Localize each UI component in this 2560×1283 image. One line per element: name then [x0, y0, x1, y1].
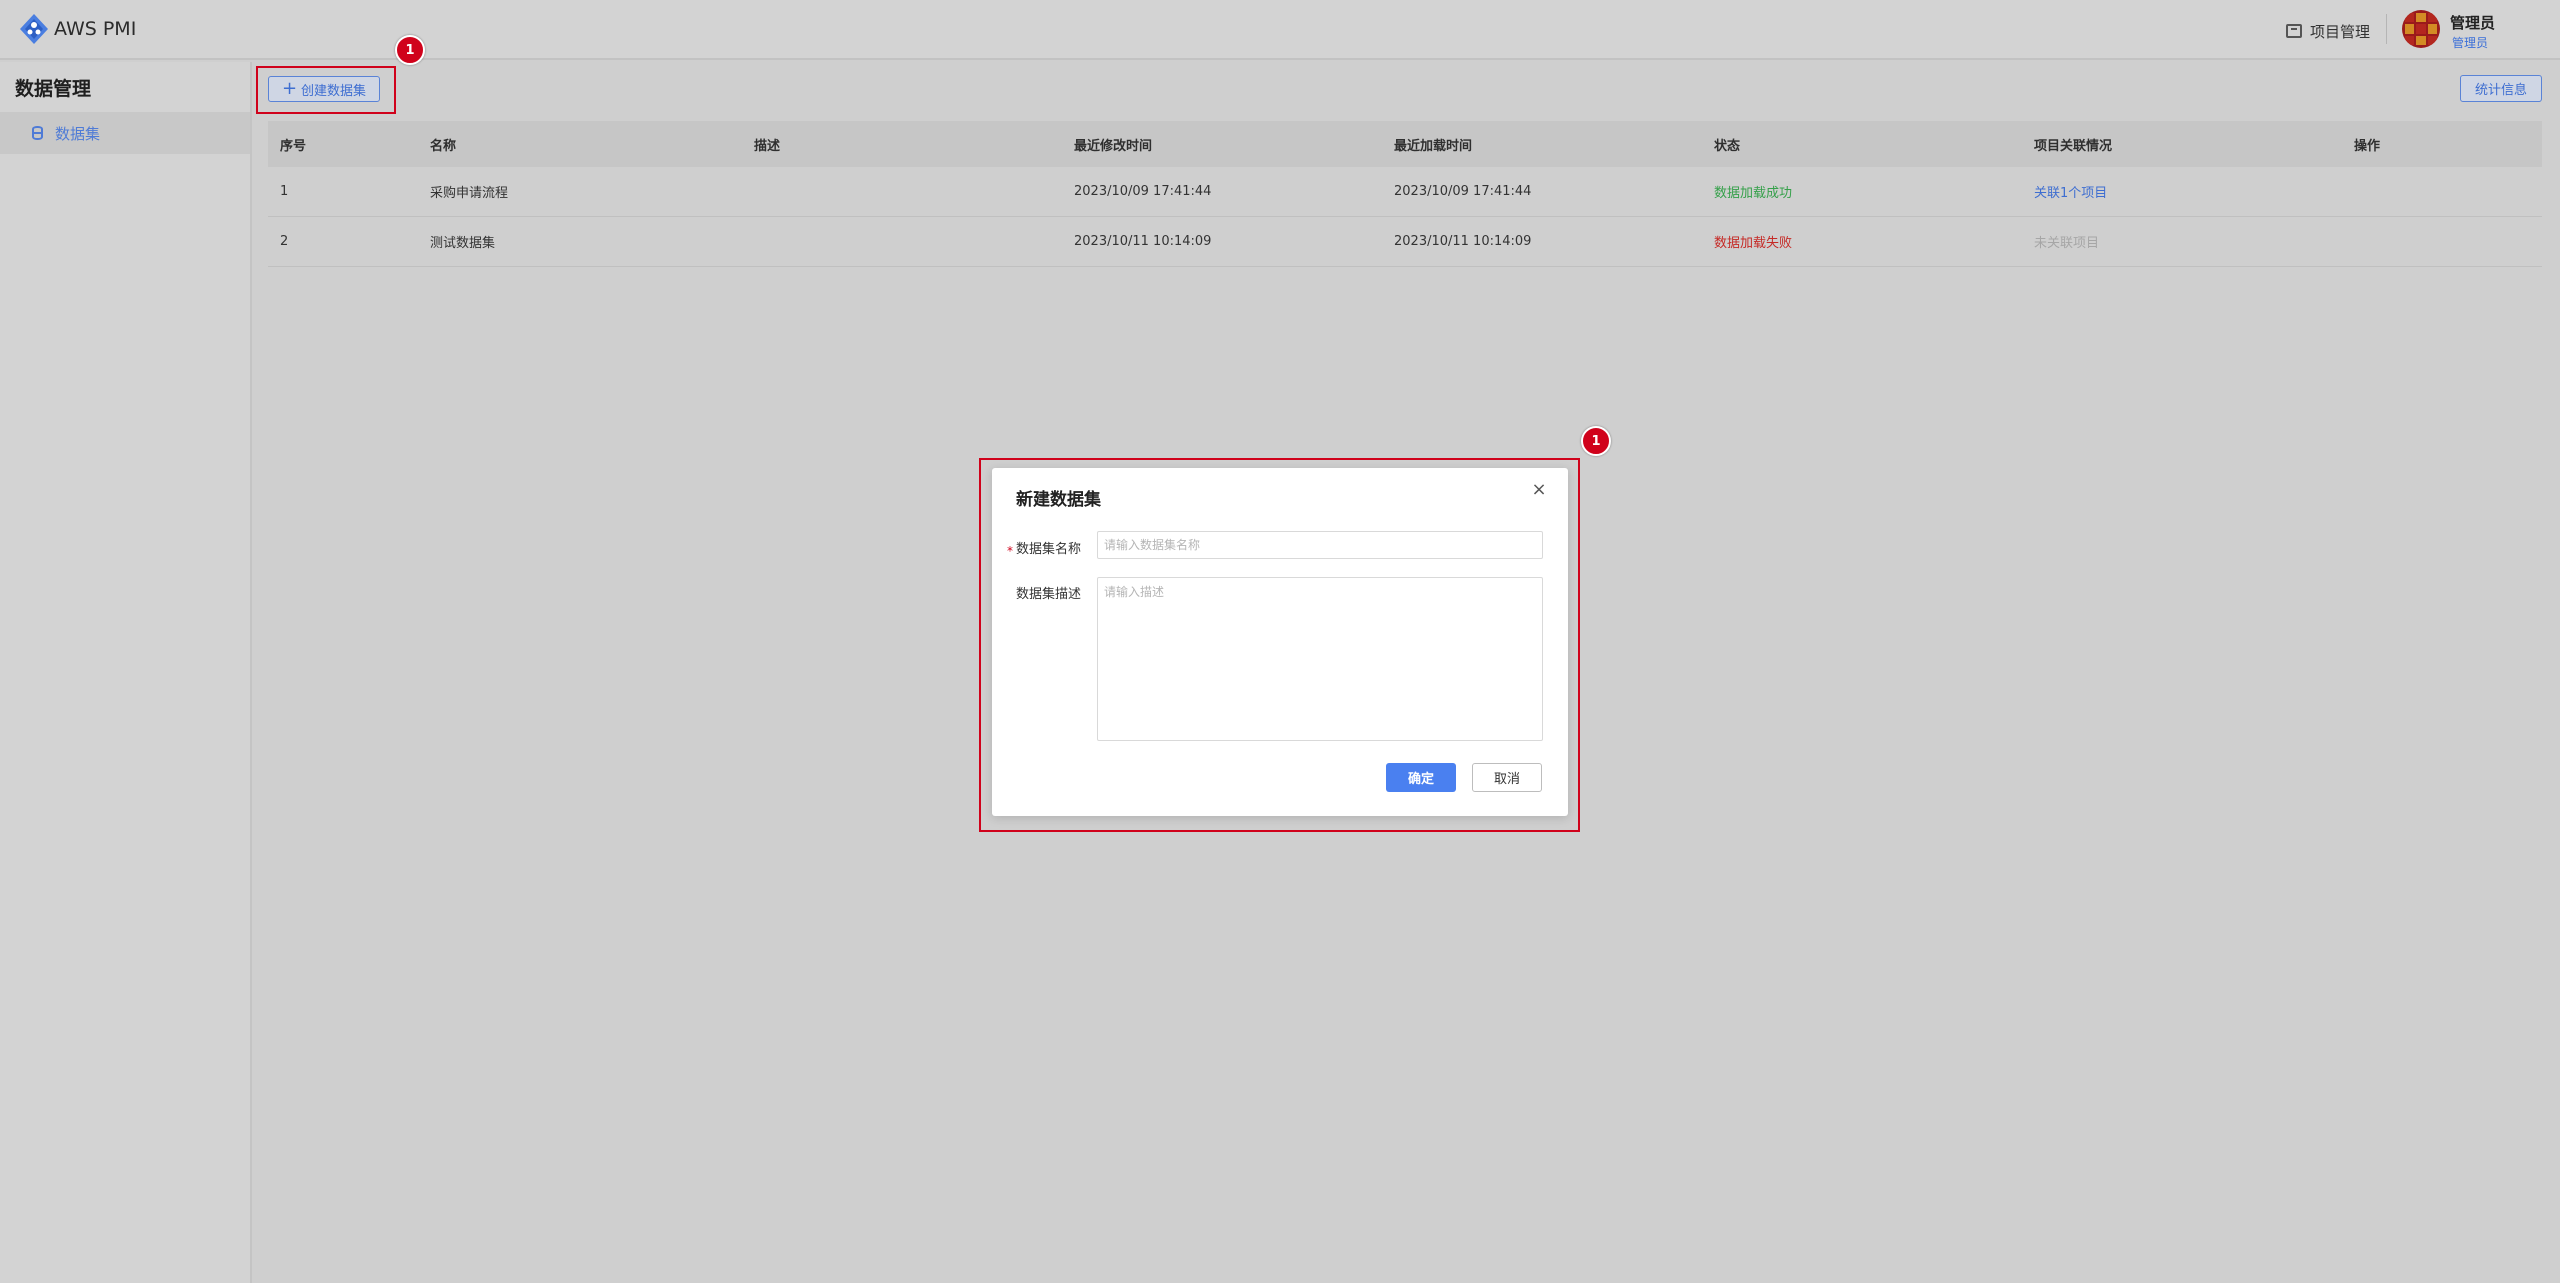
table-row[interactable]: 1 采购申请流程 2023/10/09 17:41:44 2023/10/09 … — [268, 167, 2542, 217]
sidebar-title: 数据管理 — [15, 78, 92, 100]
row-loaded: 2023/10/09 17:41:44 — [1394, 184, 1532, 199]
row-name: 测试数据集 — [430, 236, 496, 251]
dataset-name-input[interactable] — [1097, 531, 1543, 559]
top-header: AWS PMI 项目管理 管理员 管理员 — [0, 0, 2560, 60]
dialog-title: 新建数据集 — [1016, 490, 1101, 510]
column-header-modified: 最近修改时间 — [1074, 138, 1153, 154]
column-header-loaded: 最近加载时间 — [1394, 138, 1473, 154]
column-header-association: 项目关联情况 — [2034, 138, 2113, 154]
required-mark: * — [1007, 544, 1013, 558]
project-management-label: 项目管理 — [2310, 22, 2371, 41]
table-row[interactable]: 2 测试数据集 2023/10/11 10:14:09 2023/10/11 1… — [268, 217, 2542, 267]
confirm-button[interactable]: 确定 — [1386, 763, 1456, 792]
database-icon — [32, 126, 43, 140]
column-header-status: 状态 — [1714, 138, 1741, 154]
row-index: 1 — [280, 184, 289, 199]
status-badge: 数据加载成功 — [1714, 186, 1793, 201]
row-modified: 2023/10/11 10:14:09 — [1074, 234, 1212, 249]
user-role[interactable]: 管理员 — [2452, 34, 2488, 51]
column-header-description: 描述 — [754, 138, 781, 154]
annotation-badge: 1 — [1581, 426, 1611, 456]
row-loaded: 2023/10/11 10:14:09 — [1394, 234, 1532, 249]
column-header-index: 序号 — [280, 138, 307, 154]
association-text: 未关联项目 — [2034, 236, 2100, 251]
annotation-highlight-create-button — [256, 66, 396, 114]
header-divider — [2386, 14, 2387, 44]
status-badge: 数据加载失败 — [1714, 236, 1793, 251]
association-link[interactable]: 关联1个项目 — [2034, 167, 2107, 216]
statistics-button[interactable]: 统计信息 — [2460, 75, 2542, 102]
row-name: 采购申请流程 — [430, 186, 509, 201]
column-header-actions: 操作 — [2354, 138, 2381, 154]
dataset-name-label: 数据集名称 — [1016, 542, 1082, 557]
dataset-description-textarea[interactable] — [1097, 577, 1543, 741]
app-title: AWS PMI — [54, 18, 137, 40]
dataset-description-label: 数据集描述 — [1016, 587, 1082, 602]
project-management-link[interactable]: 项目管理 — [2286, 20, 2370, 42]
table-header: 序号 名称 描述 最近修改时间 最近加载时间 状态 项目关联情况 操作 — [268, 121, 2542, 167]
cancel-button[interactable]: 取消 — [1472, 763, 1542, 792]
monitor-icon — [2286, 24, 2302, 38]
new-dataset-dialog: 新建数据集 × * 数据集名称 数据集描述 确定 取消 — [992, 468, 1568, 816]
avatar[interactable] — [2402, 10, 2440, 48]
sidebar: 数据管理 数据集 — [0, 62, 252, 1283]
datasets-table: 序号 名称 描述 最近修改时间 最近加载时间 状态 项目关联情况 操作 1 采购… — [268, 121, 2542, 267]
sidebar-item-label: 数据集 — [55, 124, 101, 143]
row-modified: 2023/10/09 17:41:44 — [1074, 184, 1212, 199]
close-icon[interactable]: × — [1531, 481, 1547, 499]
column-header-name: 名称 — [430, 138, 457, 154]
row-index: 2 — [280, 234, 289, 249]
sidebar-item-datasets[interactable]: 数据集 — [0, 112, 250, 154]
app-logo-icon[interactable] — [18, 13, 50, 45]
annotation-badge: 1 — [395, 35, 425, 65]
user-name[interactable]: 管理员 — [2450, 12, 2495, 33]
